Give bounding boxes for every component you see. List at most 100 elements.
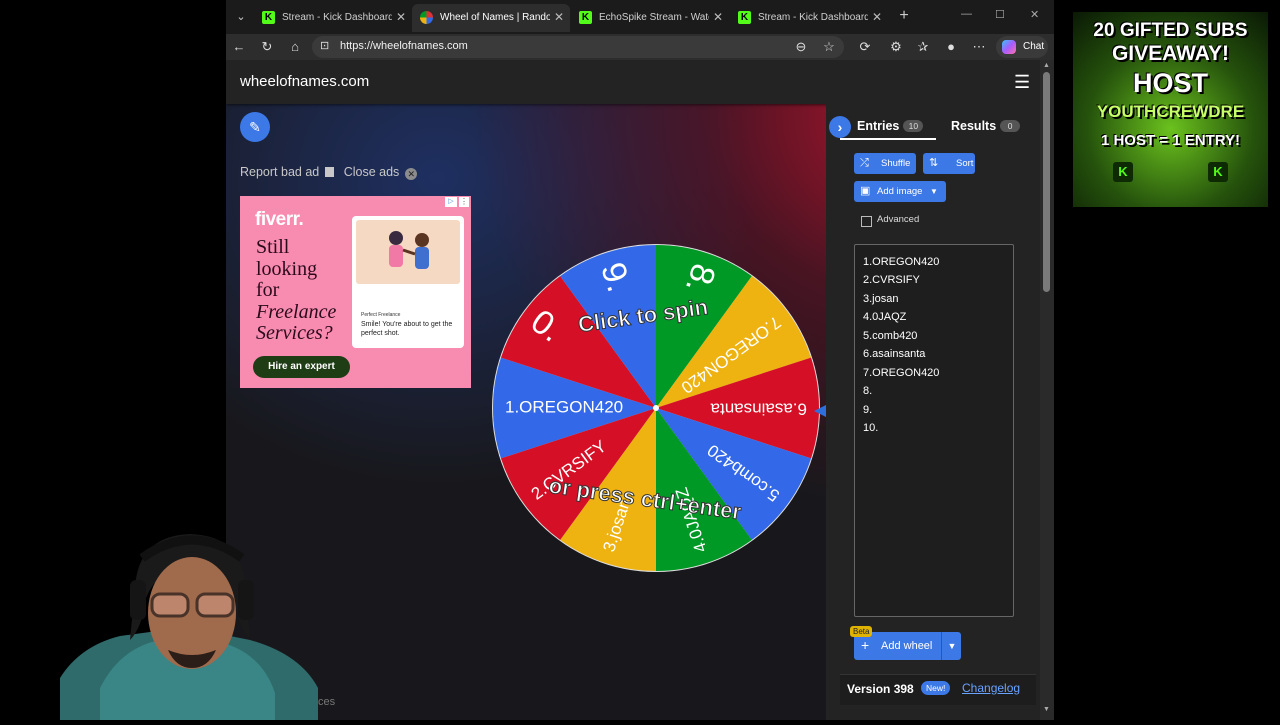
add-image-label: Add image [877, 186, 923, 197]
copilot-icon [1002, 40, 1016, 54]
tab-title: EchoSpike Stream - Watch [599, 12, 709, 23]
add-image-button[interactable]: ▣ Add image ▼ [854, 181, 946, 202]
tab-list-chevron-icon[interactable]: ⌄ [232, 8, 250, 26]
ad-options-icon[interactable]: ⋮ [459, 197, 469, 207]
entry-line: 3.josan [863, 293, 899, 305]
tab-title: Stream - Kick Dashboard [282, 12, 392, 23]
tab-strip: ⌄ K Stream - Kick Dashboard ✕ Wheel of N… [226, 0, 1054, 34]
ad-card-title: Perfect Freelance [361, 312, 401, 318]
browser-tab-kick-dashboard-2[interactable]: K Stream - Kick Dashboard ✕ [730, 4, 888, 32]
wheel-of-names-icon [420, 11, 433, 24]
wheel-segment-label: 1.OREGON420 [505, 397, 623, 416]
minimize-icon[interactable]: — [961, 8, 972, 20]
browser-tab-echospike[interactable]: K EchoSpike Stream - Watch ✕ [571, 4, 729, 32]
scroll-up-icon[interactable]: ▲ [1043, 62, 1050, 69]
report-bad-ad-link[interactable]: Report bad ad [240, 165, 319, 179]
kick-icon: K [262, 11, 275, 24]
entries-textarea[interactable]: 1.OREGON420 2.CVRSIFY 3.josan 4.0JAQZ 5.… [854, 244, 1014, 617]
reload-icon[interactable]: ↻ [258, 38, 276, 56]
entries-count-badge: 10 [903, 120, 924, 132]
entry-line: 8. [863, 385, 873, 397]
ad-headline-line: Still [256, 236, 290, 258]
edit-pencil-button[interactable]: ✎ [240, 112, 270, 142]
beta-badge: Beta [850, 626, 873, 637]
close-tab-icon[interactable]: ✕ [711, 10, 725, 24]
close-window-icon[interactable]: ✕ [1030, 8, 1039, 21]
maximize-icon[interactable]: ☐ [995, 8, 1005, 21]
home-icon[interactable]: ⌂ [286, 38, 304, 56]
browser-window: ⌄ K Stream - Kick Dashboard ✕ Wheel of N… [226, 0, 1054, 720]
promo-line: GIVEAWAY! [1111, 42, 1230, 65]
site-info-icon[interactable]: ⊡ [320, 39, 329, 52]
tab-entries-label: Entries [857, 119, 900, 133]
shuffle-button[interactable]: ⤮ Shuffle [854, 153, 916, 174]
promo-line: 1 HOST = 1 ENTRY! [1100, 132, 1241, 149]
chevron-down-icon[interactable]: ▼ [941, 632, 962, 660]
ad-illustration [356, 220, 460, 284]
close-tab-icon[interactable]: ✕ [870, 10, 884, 24]
site-title[interactable]: wheelofnames.com [240, 73, 369, 90]
web-page: wheelofnames.com ☰ ✎ Report bad ad Close… [226, 60, 1040, 720]
adchoices-icon[interactable]: ▷ [445, 197, 457, 207]
reader-icon[interactable]: ⊖ [792, 38, 810, 56]
more-menu-icon[interactable]: ⋯ [970, 38, 988, 56]
new-tab-plus-icon[interactable]: + [894, 6, 914, 26]
close-circle-icon[interactable]: ✕ [405, 168, 418, 180]
close-tab-icon[interactable]: ✕ [394, 10, 408, 24]
promo-line: 20 GIFTED SUBS [1093, 20, 1248, 41]
promo-line: YOUTHCREWDRE [1096, 102, 1245, 121]
fiverr-logo: fiverr. [255, 209, 304, 230]
page-scrollbar[interactable]: ▲ ▼ [1040, 60, 1054, 720]
kick-logo: K [1113, 162, 1133, 182]
favorites-icon[interactable]: ✰ [914, 38, 932, 56]
refresh-extension-icon[interactable]: ⟳ [856, 38, 874, 56]
image-icon: ▣ [860, 185, 871, 197]
tab-results[interactable]: Results 0 [951, 119, 1021, 133]
profile-avatar-icon[interactable]: ● [942, 38, 960, 56]
results-count-badge: 0 [1000, 120, 1021, 132]
copilot-chat-button[interactable]: Chat [996, 36, 1048, 58]
close-tab-icon[interactable]: ✕ [552, 10, 566, 24]
flag-icon[interactable] [325, 167, 335, 177]
scroll-thumb[interactable] [1043, 72, 1050, 292]
ad-card-text: Smile! You're about to get the perfect s… [361, 321, 453, 337]
browser-tab-kick-dashboard[interactable]: K Stream - Kick Dashboard ✕ [254, 4, 412, 32]
changelog-link[interactable]: Changelog [962, 681, 1020, 695]
plus-icon: + [861, 637, 870, 653]
back-arrow-icon[interactable]: ← [230, 38, 248, 56]
hamburger-menu-icon[interactable]: ☰ [1014, 72, 1030, 93]
sort-button[interactable]: ⇅ Sort [923, 153, 975, 174]
hire-expert-button[interactable]: Hire an expert [253, 356, 350, 378]
browser-toolbar: ← ↻ ⌂ ⊡ https://wheelofnames.com ⊖ ☆ ⟳ ⚙… [226, 34, 1054, 60]
collapse-panel-chevron-icon[interactable]: › [829, 116, 851, 138]
browser-tab-wheel-of-names[interactable]: Wheel of Names | Random ✕ [412, 4, 570, 32]
entry-line: 6.asainsanta [863, 348, 926, 360]
scroll-down-icon[interactable]: ▼ [1043, 706, 1050, 713]
entry-line: 5.comb420 [863, 330, 918, 342]
wheel[interactable]: 1.OREGON420 0. 9. 8. 7.OREGON420 6.asainsanta… [486, 238, 826, 578]
wheel-graphic[interactable]: 1.OREGON4200.9. 8.7.OREGON4206.asainsanta… [486, 238, 826, 578]
extensions-icon[interactable]: ⚙ [887, 38, 905, 56]
entry-line: 10. [863, 422, 879, 434]
streamer-webcam [60, 528, 318, 720]
chevron-down-icon[interactable]: ▼ [930, 181, 938, 202]
new-badge: New! [921, 681, 951, 695]
kick-logo: K [1208, 162, 1228, 182]
url-text[interactable]: https://wheelofnames.com [340, 40, 468, 52]
shuffle-icon: ⤮ [860, 157, 869, 169]
address-bar[interactable]: ⊡ https://wheelofnames.com ⊖ ☆ [312, 36, 844, 58]
tab-entries[interactable]: Entries 10 [857, 119, 924, 133]
ad-controls: Report bad ad Close ads ✕ [240, 165, 423, 180]
fiverr-ad[interactable]: fiverr. Still looking for Freelance Serv… [240, 196, 471, 388]
favorite-star-icon[interactable]: ☆ [820, 38, 838, 56]
advanced-checkbox[interactable] [861, 216, 872, 227]
page-bottom-partial-text: ces [318, 696, 336, 708]
add-wheel-label: Add wheel [881, 640, 933, 652]
ad-headline: Still looking for Freelance Services? [256, 236, 366, 345]
entry-line: 2.CVRSIFY [863, 274, 920, 286]
ad-headline-line: for [256, 279, 280, 301]
entry-line: 1.OREGON420 [863, 256, 940, 268]
close-ads-link[interactable]: Close ads [344, 165, 400, 179]
tab-title: Stream - Kick Dashboard [758, 12, 868, 23]
tab-results-label: Results [951, 119, 997, 133]
